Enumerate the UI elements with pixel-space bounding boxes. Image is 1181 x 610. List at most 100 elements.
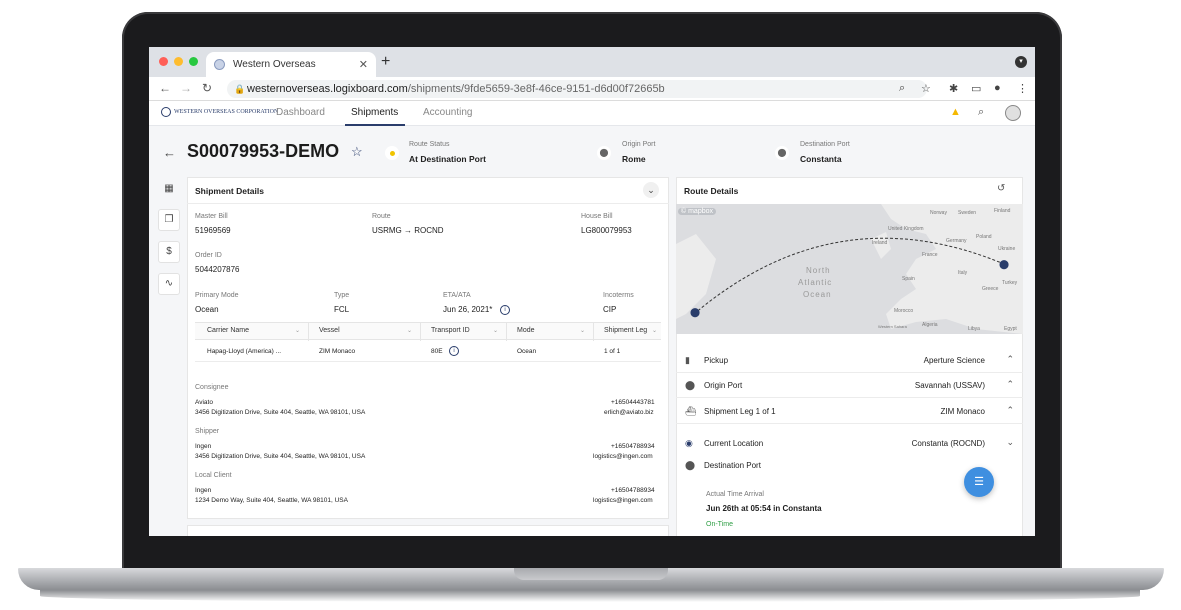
chevron-down-icon[interactable]: ⌄	[1006, 437, 1014, 448]
laptop-notch	[514, 568, 668, 580]
incoterms-label: Incoterms	[603, 292, 634, 299]
local-client-email[interactable]: logistics@ingen.com	[593, 497, 653, 504]
chat-button[interactable]: ☰	[964, 467, 994, 497]
map-label-morocco: Morocco	[894, 308, 914, 314]
logo-mark-icon	[161, 107, 171, 117]
local-client-label: Local Client	[195, 472, 232, 479]
shipper-email[interactable]: logistics@ingen.com	[593, 453, 653, 460]
tab-search-icon[interactable]: ▾	[1015, 56, 1027, 68]
eta-info-icon[interactable]: i	[500, 305, 510, 315]
route-row-pickup[interactable]: ▮ Pickup Aperture Science ⌃	[676, 348, 1023, 373]
origin-port-label: Origin Port	[622, 141, 656, 148]
chevron-up-icon[interactable]: ⌃	[1006, 354, 1014, 365]
documents-icon[interactable]: ❐	[158, 209, 180, 231]
user-avatar[interactable]	[1005, 105, 1021, 121]
incoterms-value: CIP	[603, 305, 617, 314]
sort-icon[interactable]: ⌄	[493, 327, 498, 334]
consignee-email[interactable]: erlich@aviato.biz	[604, 409, 654, 416]
activity-icon[interactable]: ∿	[158, 273, 180, 295]
route-row-value: Savannah (USSAV)	[914, 381, 985, 390]
favorite-star-icon[interactable]: ☆	[351, 144, 363, 160]
destination-pin-icon: ⬤	[775, 146, 789, 160]
cell-mode: Ocean	[517, 348, 537, 355]
nav-accounting[interactable]: Accounting	[423, 107, 472, 118]
map-label-libya: Libya	[968, 326, 980, 332]
forward-arrow-icon[interactable]: →	[180, 81, 192, 95]
shipper-phone: +16504788934	[611, 443, 655, 450]
route-label: Route	[372, 213, 391, 220]
warning-icon[interactable]: ▲	[950, 106, 961, 118]
map-label-ukraine: Ukraine	[998, 246, 1016, 252]
consignee-address: 3456 Digitization Drive, Suite 404, Seat…	[195, 409, 366, 416]
minimize-window-button[interactable]	[174, 57, 183, 66]
history-icon[interactable]: ↺	[997, 183, 1005, 194]
extensions-icon[interactable]: ✱	[949, 82, 958, 95]
nav-dashboard[interactable]: Dashboard	[276, 107, 325, 118]
sort-icon[interactable]: ⌄	[580, 327, 585, 334]
route-row-origin-port[interactable]: ⬤ Origin Port Savannah (USSAV) ⌃	[676, 373, 1023, 398]
route-value: USRMG → ROCND	[372, 226, 444, 235]
browser-tab-bar: Western Overseas ✕ + ▾	[149, 47, 1035, 77]
more-menu-icon[interactable]: ⋮	[1017, 82, 1028, 95]
favicon-icon	[214, 59, 225, 70]
url-field[interactable]: 🔒 westernoverseas.logixboard.com/shipmen…	[227, 80, 927, 98]
house-bill-value: LG800079953	[581, 226, 632, 235]
browser-tab[interactable]: Western Overseas ✕	[206, 52, 376, 77]
active-nav-indicator	[345, 124, 405, 126]
reload-icon[interactable]: ↻	[202, 81, 212, 95]
sort-icon[interactable]: ⌄	[652, 327, 657, 334]
route-row-shipment-leg[interactable]: ⛴ Shipment Leg 1 of 1 ZIM Monaco ⌃	[676, 399, 1023, 424]
zoom-icon[interactable]: ⌕	[899, 82, 905, 95]
map-label-ocean-2: Atlantic	[798, 278, 833, 287]
eta-value: Jun 26, 2021*	[443, 305, 493, 314]
shipper-name: Ingen	[195, 443, 212, 450]
search-icon[interactable]: ⌕	[978, 106, 984, 119]
maximize-window-button[interactable]	[189, 57, 198, 66]
destination-marker-icon[interactable]: ⬤	[999, 259, 1009, 270]
back-arrow-icon[interactable]: ←	[163, 145, 176, 160]
route-row-label: Current Location	[704, 439, 764, 448]
table-row[interactable]: Hapag-Lloyd (America) ... ZIM Monaco 80E…	[195, 340, 661, 362]
route-row-value: ZIM Monaco	[940, 407, 985, 416]
route-map[interactable]: © mapbox North Atlantic Ocean Norway Swe…	[676, 204, 1023, 334]
map-label-france: France	[922, 252, 938, 258]
close-tab-icon[interactable]: ✕	[359, 58, 368, 71]
origin-marker-icon[interactable]: ⬤	[690, 307, 700, 318]
route-details-title: Route Details	[684, 186, 739, 196]
column-divider	[308, 323, 309, 341]
collapse-chevron-icon[interactable]: ⌄	[643, 182, 659, 198]
destination-port-value: Constanta	[800, 154, 842, 164]
column-header-shipment-leg[interactable]: Shipment Leg	[604, 327, 647, 334]
chevron-up-icon[interactable]: ⌃	[1006, 379, 1014, 390]
bookmark-star-icon[interactable]: ☆	[921, 82, 931, 95]
back-arrow-icon[interactable]: ←	[159, 81, 171, 95]
column-header-mode[interactable]: Mode	[517, 327, 535, 334]
transport-info-icon[interactable]: i	[449, 346, 459, 356]
new-tab-button[interactable]: +	[381, 53, 390, 71]
route-status-value: At Destination Port	[409, 154, 486, 164]
column-divider	[420, 323, 421, 341]
cast-icon[interactable]: ▭	[971, 82, 981, 95]
map-label-germany: Germany	[946, 238, 967, 244]
column-header-carrier[interactable]: Carrier Name	[207, 327, 249, 334]
column-header-transport-id[interactable]: Transport ID	[431, 327, 470, 334]
sort-icon[interactable]: ⌄	[407, 327, 412, 334]
sort-icon[interactable]: ⌄	[295, 327, 300, 334]
column-header-vessel[interactable]: Vessel	[319, 327, 340, 334]
consignee-name: Aviato	[195, 399, 213, 406]
route-row-value: Aperture Science	[923, 356, 985, 365]
close-window-button[interactable]	[159, 57, 168, 66]
origin-pin-icon: ⬤	[597, 146, 611, 160]
map-label-uk: United Kingdom	[888, 226, 924, 232]
type-label: Type	[334, 292, 350, 299]
profile-icon[interactable]: ●	[994, 82, 1001, 94]
map-label-egypt: Egypt	[1004, 326, 1017, 332]
laptop-shadow	[40, 590, 1140, 602]
chevron-up-icon[interactable]: ⌃	[1006, 405, 1014, 416]
route-status-label: Route Status	[409, 141, 450, 148]
grid-menu-icon[interactable]: ▦	[158, 179, 180, 201]
company-logo[interactable]: WESTERN OVERSEAS CORPORATION	[161, 107, 278, 117]
billing-dollar-icon[interactable]: $	[158, 241, 180, 263]
ship-icon: ⛴	[685, 406, 697, 416]
nav-shipments[interactable]: Shipments	[351, 107, 398, 118]
